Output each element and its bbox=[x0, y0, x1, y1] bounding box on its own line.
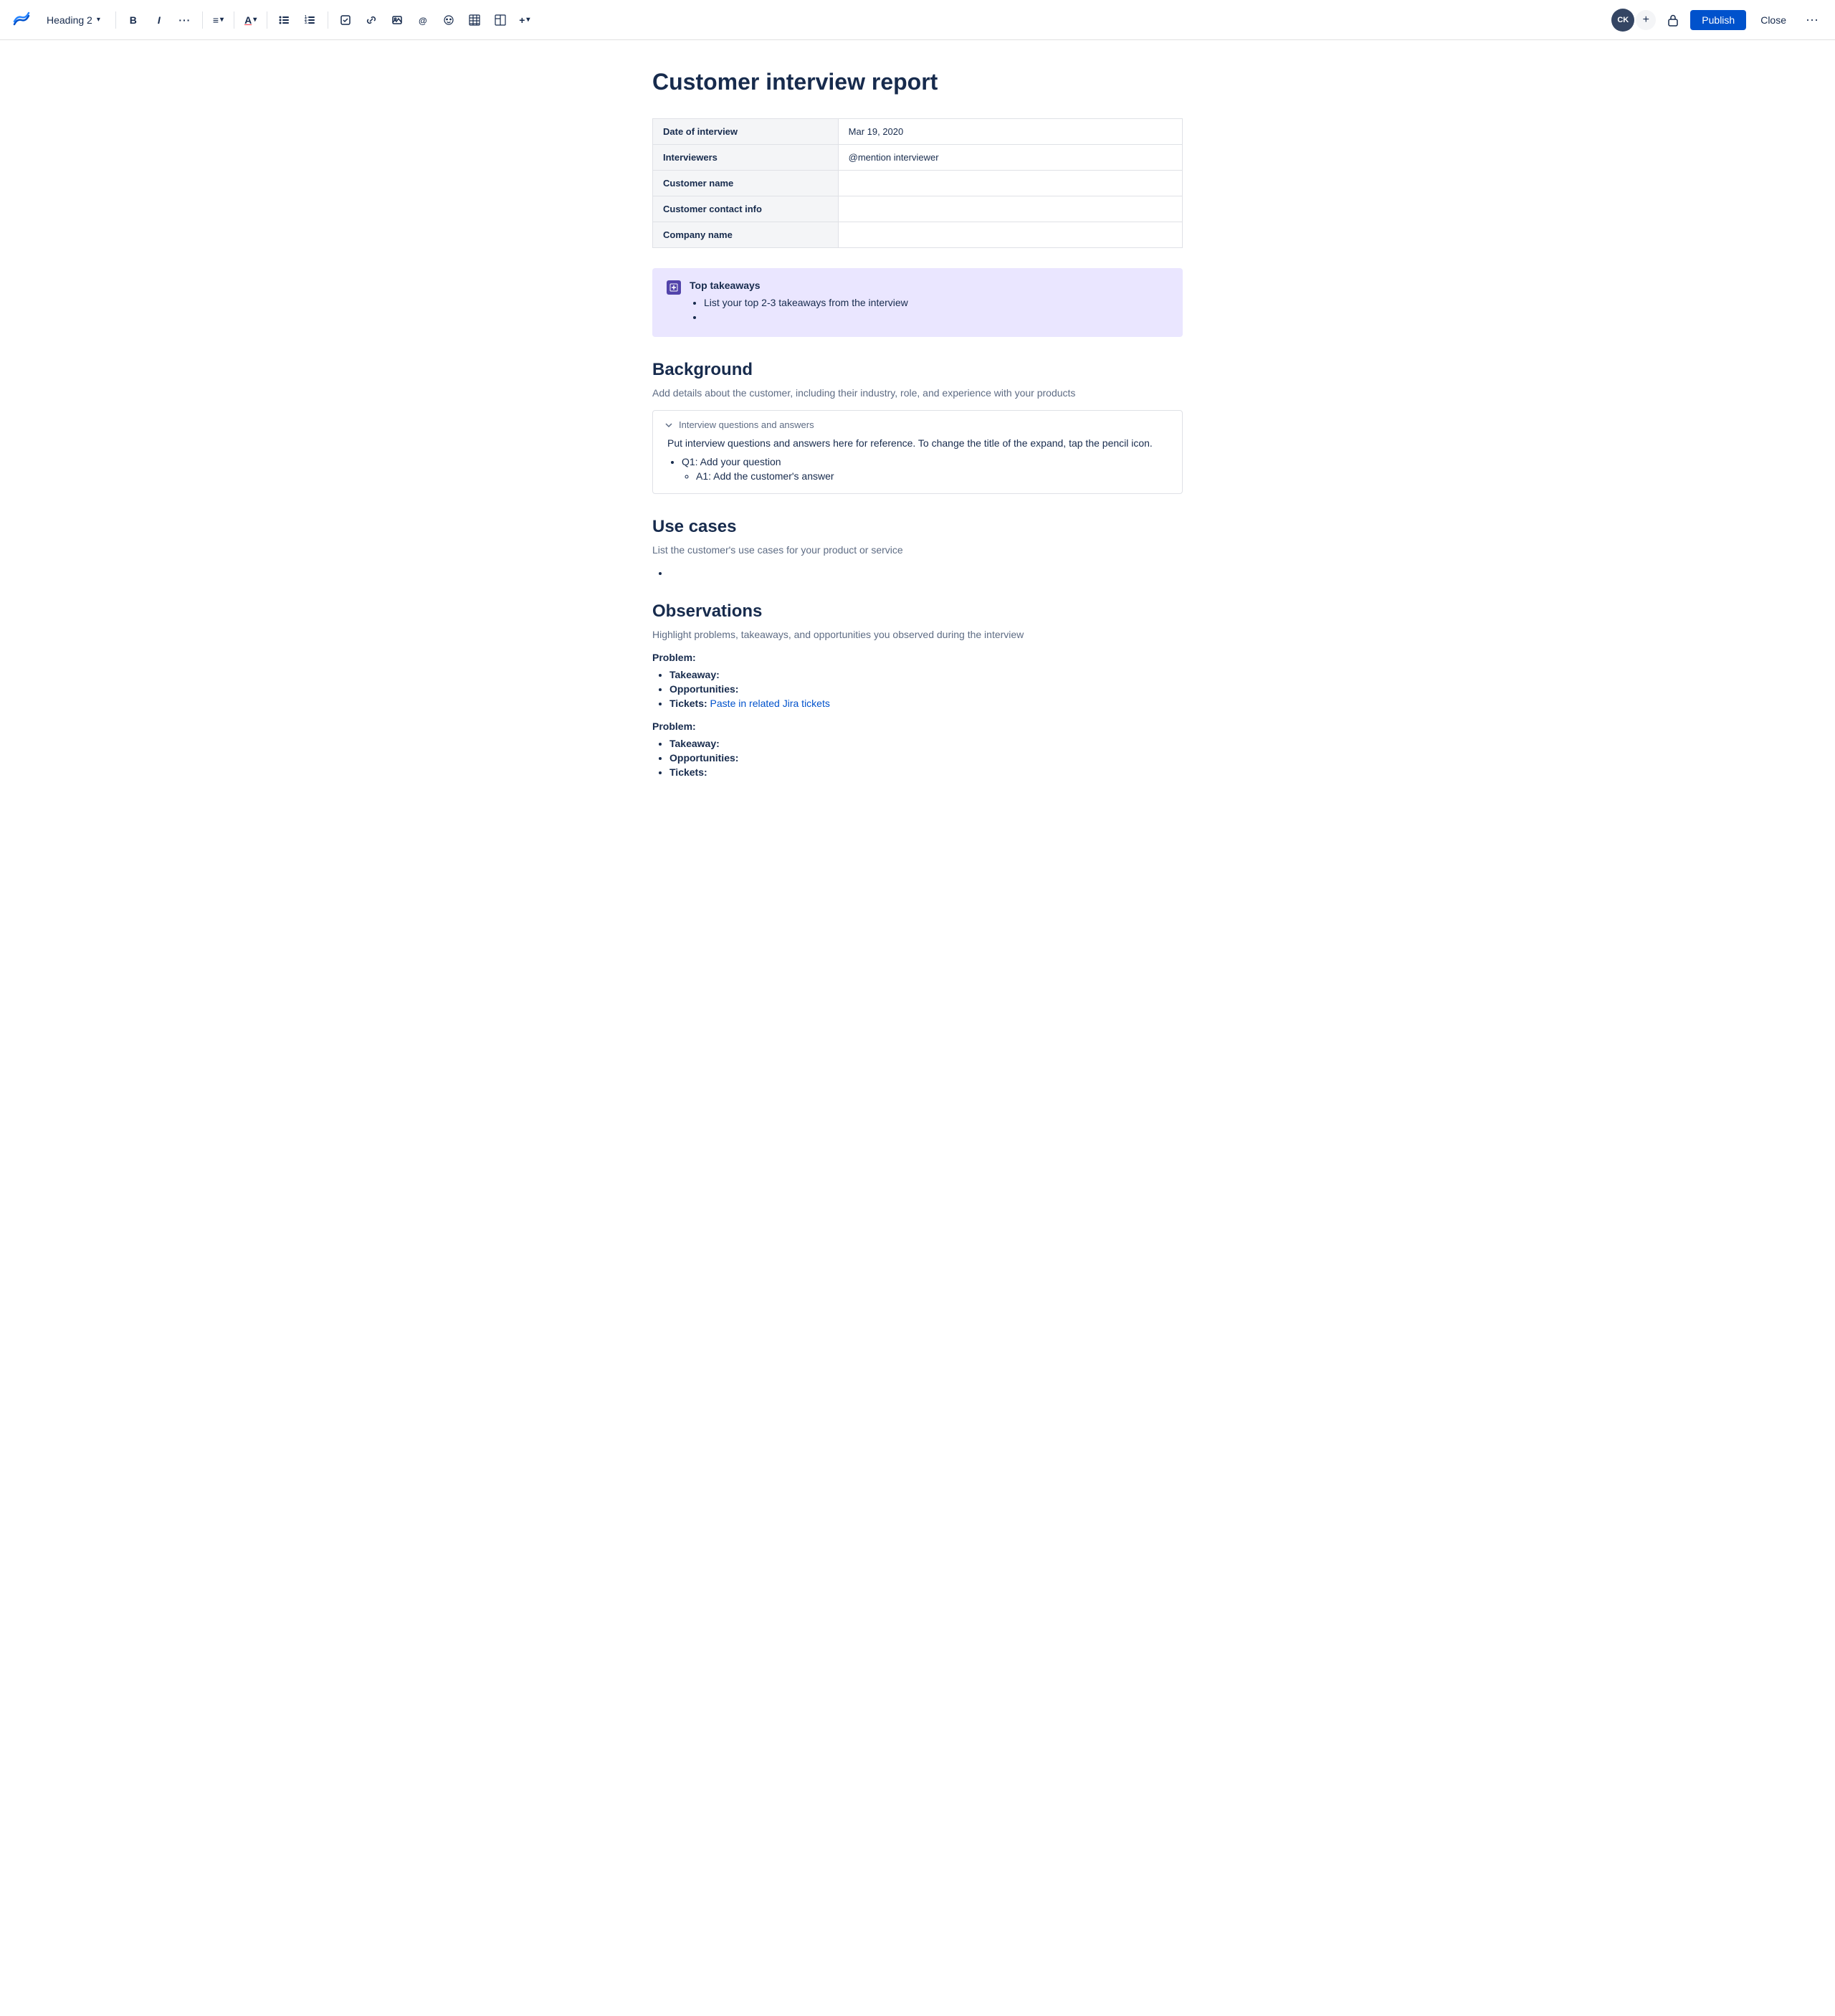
layout-button[interactable] bbox=[489, 9, 512, 32]
chevron-down-icon: ▾ bbox=[97, 16, 100, 24]
avatar[interactable]: CK bbox=[1611, 9, 1634, 32]
page-title[interactable]: Customer interview report bbox=[652, 69, 1183, 95]
chevron-down-icon bbox=[664, 421, 673, 429]
info-table: Date of interviewMar 19, 2020Interviewer… bbox=[652, 118, 1183, 248]
table-row: Company name bbox=[653, 222, 1183, 248]
tickets-link[interactable]: Paste in related Jira tickets bbox=[707, 698, 830, 709]
observations-description: Highlight problems, takeaways, and oppor… bbox=[652, 629, 1183, 640]
expand-content: Put interview questions and answers here… bbox=[664, 437, 1171, 482]
callout-list: List your top 2-3 takeaways from the int… bbox=[690, 297, 1168, 323]
callout-box: Top takeaways List your top 2-3 takeaway… bbox=[652, 268, 1183, 337]
problem-item-0-1: Opportunities: bbox=[669, 683, 1183, 695]
table-row: Customer name bbox=[653, 171, 1183, 196]
table-button[interactable] bbox=[463, 9, 486, 32]
problem-item-1-1: Opportunities: bbox=[669, 752, 1183, 764]
use-cases-heading: Use cases bbox=[652, 517, 1183, 537]
qa-answer-item: A1: Add the customer's answer bbox=[696, 470, 1171, 482]
avatar-group: CK + bbox=[1611, 9, 1656, 32]
add-collaborator-button[interactable]: + bbox=[1636, 10, 1656, 30]
expand-qa-list: Q1: Add your questionA1: Add the custome… bbox=[667, 456, 1171, 482]
publish-button[interactable]: Publish bbox=[1690, 10, 1746, 30]
link-button[interactable] bbox=[360, 9, 383, 32]
table-cell-label: Date of interview bbox=[653, 119, 839, 145]
expand-block: Interview questions and answers Put inte… bbox=[652, 410, 1183, 494]
problem-item-1-0: Takeaway: bbox=[669, 738, 1183, 749]
table-row: Customer contact info bbox=[653, 196, 1183, 222]
toolbar-actions: CK + Publish Close ··· bbox=[1611, 9, 1824, 32]
table-cell-value[interactable] bbox=[838, 222, 1182, 248]
expand-body: Put interview questions and answers here… bbox=[667, 437, 1171, 449]
mention-button[interactable]: @ bbox=[411, 9, 434, 32]
problem-label-0: Problem: bbox=[652, 652, 1183, 663]
heading-select-label: Heading 2 bbox=[47, 14, 92, 26]
numbered-list-button[interactable]: 1.2.3. bbox=[299, 9, 322, 32]
table-cell-value[interactable] bbox=[838, 196, 1182, 222]
callout-icon bbox=[667, 280, 681, 295]
qa-answer-list: A1: Add the customer's answer bbox=[682, 470, 1171, 482]
table-cell-label: Customer contact info bbox=[653, 196, 839, 222]
italic-button[interactable]: I bbox=[148, 9, 171, 32]
problem-item-0-2: Tickets: Paste in related Jira tickets bbox=[669, 698, 1183, 709]
close-button[interactable]: Close bbox=[1752, 10, 1795, 30]
qa-question-item: Q1: Add your questionA1: Add the custome… bbox=[682, 456, 1171, 482]
callout-content: Top takeaways List your top 2-3 takeaway… bbox=[690, 280, 1168, 325]
observations-heading: Observations bbox=[652, 602, 1183, 622]
heading-select[interactable]: Heading 2 ▾ bbox=[40, 11, 107, 29]
svg-text:3.: 3. bbox=[305, 21, 308, 25]
table-cell-value[interactable]: @mention interviewer bbox=[838, 145, 1182, 171]
toolbar: Heading 2 ▾ B I ··· ≡ ▾ A ▾ 1.2.3. bbox=[0, 0, 1835, 40]
background-heading: Background bbox=[652, 360, 1183, 380]
callout-title: Top takeaways bbox=[690, 280, 1168, 291]
use-cases-list bbox=[652, 567, 1183, 579]
emoji-button[interactable] bbox=[437, 9, 460, 32]
use-cases-description: List the customer's use cases for your p… bbox=[652, 544, 1183, 556]
content-area: Customer interview report Date of interv… bbox=[609, 40, 1226, 841]
problem-label-1: Problem: bbox=[652, 721, 1183, 732]
image-button[interactable] bbox=[386, 9, 409, 32]
task-button[interactable] bbox=[334, 9, 357, 32]
table-cell-label: Company name bbox=[653, 222, 839, 248]
toolbar-divider-2 bbox=[202, 11, 203, 29]
problem-item-0-0: Takeaway: bbox=[669, 669, 1183, 680]
problem-item-1-2: Tickets: bbox=[669, 766, 1183, 778]
lock-button[interactable] bbox=[1662, 9, 1684, 32]
more-options-button[interactable]: ··· bbox=[1801, 9, 1824, 32]
text-color-button[interactable]: A ▾ bbox=[240, 9, 261, 32]
problem-list-0: Takeaway: Opportunities: Tickets: Paste in… bbox=[652, 669, 1183, 709]
table-row: Date of interviewMar 19, 2020 bbox=[653, 119, 1183, 145]
background-description: Add details about the customer, includin… bbox=[652, 387, 1183, 399]
table-cell-value[interactable] bbox=[838, 171, 1182, 196]
table-cell-value[interactable]: Mar 19, 2020 bbox=[838, 119, 1182, 145]
logo-icon[interactable] bbox=[11, 10, 32, 30]
table-cell-label: Interviewers bbox=[653, 145, 839, 171]
use-case-item bbox=[669, 567, 1183, 579]
callout-list-item: List your top 2-3 takeaways from the int… bbox=[704, 297, 1168, 308]
more-insert-button[interactable]: + ▾ bbox=[515, 9, 534, 32]
expand-title: Interview questions and answers bbox=[679, 419, 814, 430]
observations-problems: Problem: Takeaway: Opportunities: Tickets: … bbox=[652, 652, 1183, 778]
callout-list-item bbox=[704, 311, 1168, 323]
expand-header[interactable]: Interview questions and answers bbox=[664, 419, 1171, 430]
table-cell-label: Customer name bbox=[653, 171, 839, 196]
align-button[interactable]: ≡ ▾ bbox=[209, 9, 228, 32]
bold-button[interactable]: B bbox=[122, 9, 145, 32]
bullet-list-button[interactable] bbox=[273, 9, 296, 32]
table-row: Interviewers@mention interviewer bbox=[653, 145, 1183, 171]
more-format-button[interactable]: ··· bbox=[173, 9, 196, 32]
problem-list-1: Takeaway: Opportunities: Tickets: bbox=[652, 738, 1183, 778]
svg-text:@: @ bbox=[419, 16, 427, 26]
toolbar-divider-1 bbox=[115, 11, 116, 29]
